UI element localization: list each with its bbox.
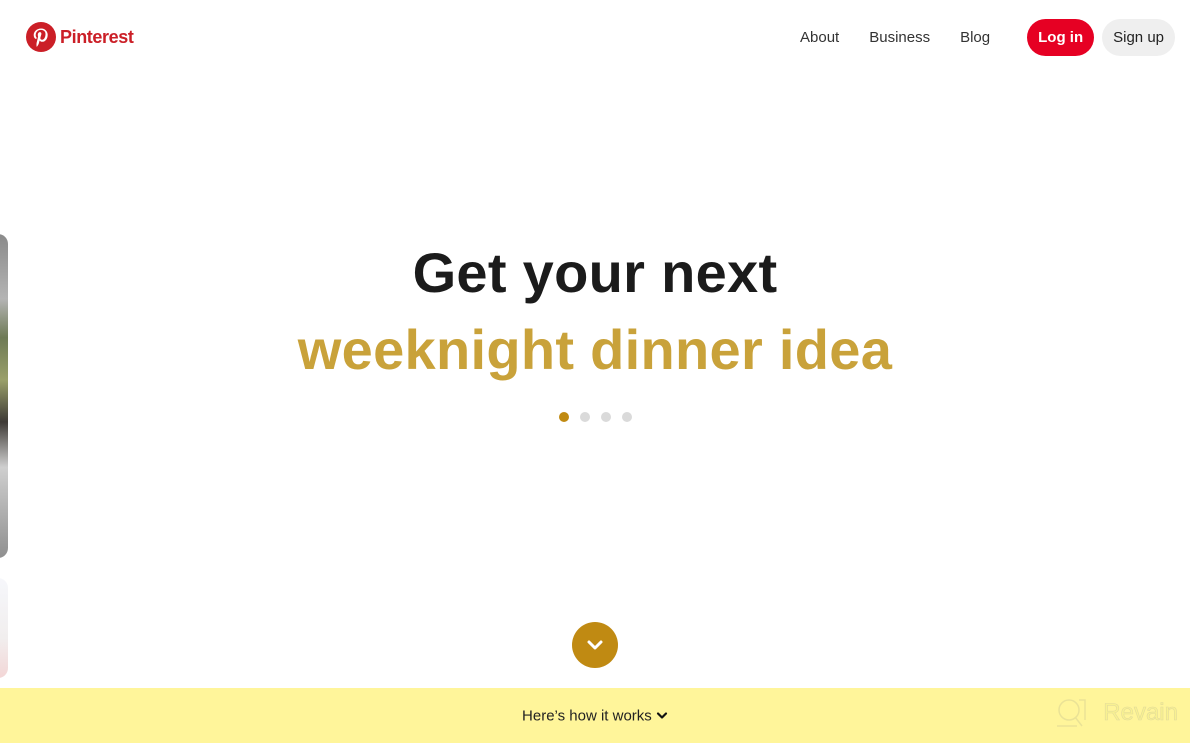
nav-about-link[interactable]: About xyxy=(800,19,839,56)
hero-subheading: weeknight dinner idea xyxy=(297,318,893,381)
pinterest-p-icon xyxy=(26,22,56,52)
brand-name: Pinterest xyxy=(60,26,134,47)
how-it-works-link[interactable]: Here’s how it works xyxy=(0,707,1190,725)
how-it-works-bar: Here’s how it works Revain xyxy=(0,688,1190,743)
signup-button[interactable]: Sign up xyxy=(1102,19,1175,56)
scroll-down-button[interactable] xyxy=(572,622,618,668)
chevron-down-icon xyxy=(587,640,603,650)
chevron-down-icon xyxy=(656,712,668,719)
login-button[interactable]: Log in xyxy=(1027,19,1095,56)
top-nav: About Business Blog Log in Sign up xyxy=(800,19,1175,56)
carousel-dot-2[interactable] xyxy=(580,412,590,422)
hero-heading: Get your next xyxy=(412,241,778,304)
carousel-dot-3[interactable] xyxy=(601,412,611,422)
revain-logo-icon xyxy=(1057,699,1087,727)
header: Pinterest About Business Blog Log in Sig… xyxy=(0,0,1190,76)
pinterest-logo[interactable]: Pinterest xyxy=(26,22,134,52)
pin-image-partial-2 xyxy=(0,578,8,678)
hero: Get your next weeknight dinner idea xyxy=(0,238,1190,392)
carousel-dots xyxy=(559,412,632,422)
revain-watermark: Revain xyxy=(1055,696,1178,730)
watermark-text: Revain xyxy=(1103,699,1178,727)
carousel-dot-1[interactable] xyxy=(559,412,569,422)
nav-blog-link[interactable]: Blog xyxy=(960,19,990,56)
how-it-works-label: Here’s how it works xyxy=(522,707,652,725)
nav-business-link[interactable]: Business xyxy=(869,19,930,56)
carousel-dot-4[interactable] xyxy=(622,412,632,422)
